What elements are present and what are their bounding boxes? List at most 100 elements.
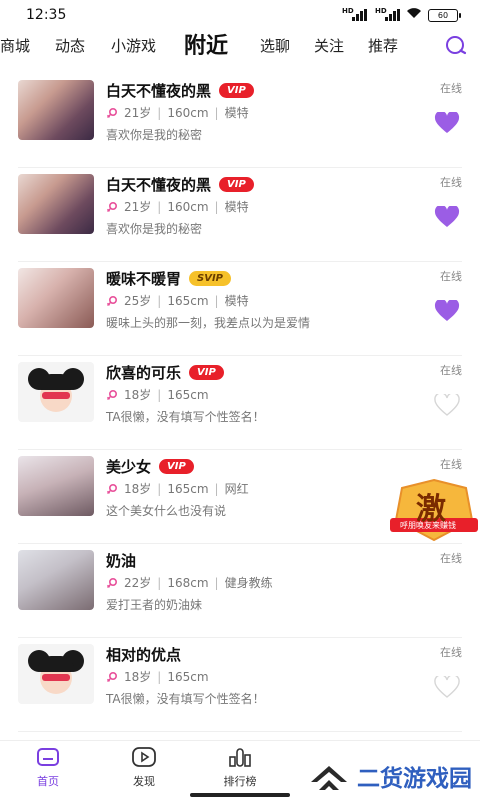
user-height: 165cm	[167, 669, 209, 684]
separator: |	[214, 481, 219, 496]
user-age: 18岁	[124, 388, 152, 402]
watermark-text: 二货游戏园	[357, 766, 472, 792]
avatar[interactable]	[18, 174, 94, 234]
nav-home[interactable]: 首页	[18, 747, 78, 789]
name-row: 美少女 VIP	[106, 456, 194, 477]
avatar[interactable]	[18, 644, 94, 704]
separator: |	[157, 199, 162, 214]
vip-badge: VIP	[189, 365, 224, 380]
user-bio: 喜欢你是我的秘密	[106, 222, 203, 236]
user-job: 健身教练	[224, 576, 273, 590]
avatar[interactable]	[18, 362, 94, 422]
female-icon	[107, 389, 118, 400]
user-info: 18岁 | 165cm	[106, 386, 209, 403]
user-card[interactable]: 欣喜的可乐 VIP 18岁 | 165cm TA很懒，没有填写个性签名！ 在线	[18, 356, 462, 450]
separator: |	[157, 105, 162, 120]
heart-icon[interactable]	[434, 112, 460, 134]
name-row: 欣喜的可乐 VIP	[106, 362, 224, 383]
search-icon[interactable]	[444, 34, 468, 58]
heart-icon[interactable]	[434, 300, 460, 322]
nav-home-label: 首页	[37, 775, 59, 788]
separator: |	[157, 575, 162, 590]
avatar[interactable]	[18, 550, 94, 610]
user-info: 18岁 | 165cm	[106, 668, 209, 685]
bottom-nav: 首页 发现 排行榜 二货游戏园	[0, 740, 480, 800]
wifi-icon	[406, 7, 422, 23]
female-icon	[107, 107, 118, 118]
online-status: 在线	[440, 646, 462, 659]
user-info: 25岁 | 165cm | 模特	[106, 292, 249, 309]
online-status: 在线	[440, 552, 462, 565]
name-row: 暖味不暖胃 SVIP	[106, 268, 232, 289]
separator: |	[157, 387, 162, 402]
user-name: 暖味不暖胃	[106, 270, 182, 288]
promo-caption: 呼朋唤友来赚钱	[400, 521, 456, 530]
name-row: 相对的优点	[106, 644, 181, 665]
promo-badge[interactable]: 激 呼朋唤友来赚钱	[388, 478, 480, 542]
user-bio: TA很懒，没有填写个性签名！	[106, 692, 265, 706]
heart-icon[interactable]	[434, 676, 460, 698]
nav-discover-label: 发现	[133, 775, 155, 788]
user-height: 168cm	[167, 575, 209, 590]
user-height: 165cm	[167, 481, 209, 496]
tab-recommended[interactable]: 推荐	[368, 35, 398, 56]
user-bio: 爱打王者的奶油妹	[106, 598, 203, 612]
user-height: 160cm	[167, 105, 209, 120]
nav-discover[interactable]: 发现	[114, 747, 174, 789]
signal-label: HD	[342, 7, 354, 15]
watermark: 二货游戏园	[307, 758, 472, 794]
user-card[interactable]: 白天不懂夜的黑 VIP 21岁 | 160cm | 模特 喜欢你是我的秘密 在线	[18, 76, 462, 168]
avatar[interactable]	[18, 268, 94, 328]
tab-feed[interactable]: 动态	[55, 35, 85, 56]
tab-select-chat[interactable]: 选聊	[260, 35, 290, 56]
watermark-logo-icon	[311, 766, 347, 790]
user-height: 160cm	[167, 199, 209, 214]
user-card[interactable]: 暖味不暖胃 SVIP 25岁 | 165cm | 模特 暖味上头的那一刻，我差点以为是爱情 在线	[18, 262, 462, 356]
user-card[interactable]: 奶油 22岁 | 168cm | 健身教练 爱打王者的奶油妹 在线	[18, 544, 462, 638]
online-status: 在线	[440, 364, 462, 377]
user-card[interactable]: 相对的优点 18岁 | 165cm TA很懒，没有填写个性签名！ 在线	[18, 638, 462, 732]
user-height: 165cm	[167, 387, 209, 402]
user-info: 18岁 | 165cm | 网红	[106, 480, 249, 497]
avatar[interactable]	[18, 456, 94, 516]
nav-ranking[interactable]: 排行榜	[210, 747, 270, 789]
vip-badge: SVIP	[189, 271, 232, 286]
heart-icon[interactable]	[434, 394, 460, 416]
home-indicator[interactable]	[190, 793, 290, 797]
nav-ranking-label: 排行榜	[223, 775, 257, 788]
tab-mall[interactable]: 商城	[0, 35, 30, 56]
user-info: 22岁 | 168cm | 健身教练	[106, 574, 273, 591]
female-icon	[107, 671, 118, 682]
tab-nearby[interactable]: 附近	[184, 28, 228, 60]
heart-icon[interactable]	[434, 206, 460, 228]
ranking-icon	[229, 748, 251, 767]
home-icon	[37, 748, 59, 766]
user-name: 美少女	[106, 458, 152, 476]
online-status: 在线	[440, 82, 462, 95]
name-row: 奶油	[106, 550, 136, 571]
tab-following[interactable]: 关注	[314, 35, 344, 56]
status-time: 12:35	[26, 7, 67, 23]
female-icon	[107, 483, 118, 494]
signal-icon: HD	[342, 7, 367, 21]
user-job: 网红	[224, 482, 249, 496]
user-name: 欣喜的可乐	[106, 364, 182, 382]
battery-icon: 60	[428, 8, 461, 22]
female-icon	[107, 295, 118, 306]
tab-minigames[interactable]: 小游戏	[111, 35, 156, 56]
separator: |	[214, 575, 219, 590]
avatar[interactable]	[18, 80, 94, 140]
user-age: 21岁	[124, 106, 152, 120]
signal-label-2: HD	[375, 7, 387, 15]
user-name: 相对的优点	[106, 646, 182, 664]
play-icon	[132, 747, 156, 767]
user-job: 模特	[224, 200, 249, 214]
female-icon	[107, 201, 118, 212]
separator: |	[214, 293, 219, 308]
user-card[interactable]: 白天不懂夜的黑 VIP 21岁 | 160cm | 模特 喜欢你是我的秘密 在线	[18, 168, 462, 262]
user-bio: 这个美女什么也没有说	[106, 504, 227, 518]
user-height: 165cm	[167, 293, 209, 308]
user-info: 21岁 | 160cm | 模特	[106, 104, 249, 121]
female-icon	[107, 577, 118, 588]
name-row: 白天不懂夜的黑 VIP	[106, 80, 254, 101]
